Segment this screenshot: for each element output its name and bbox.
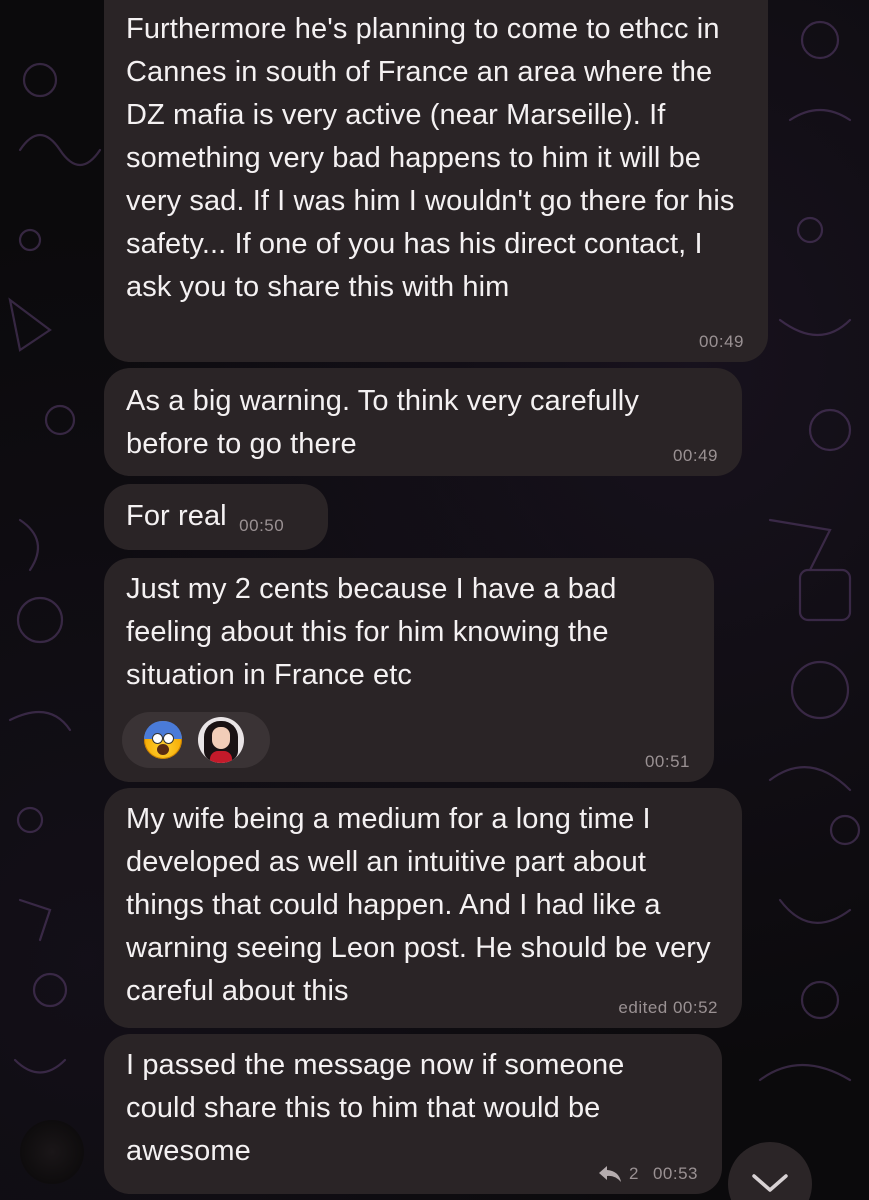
message-time: 00:50 (239, 516, 285, 535)
message-text: Furthermore he's planning to come to eth… (126, 13, 735, 303)
message-bubble[interactable]: As a big warning. To think very carefull… (104, 368, 742, 476)
message-time: 00:49 (698, 332, 744, 351)
message-bubble[interactable]: Furthermore he's planning to come to eth… (104, 0, 768, 362)
chevron-down-icon (752, 1174, 788, 1192)
message-text: Just my 2 cents because I have a bad fee… (126, 573, 617, 691)
reply-arrow-icon[interactable] (597, 1164, 623, 1184)
message-bubble[interactable]: For real 00:50 (104, 484, 328, 550)
message-bubble[interactable]: Just my 2 cents because I have a bad fee… (104, 558, 714, 782)
message-text: I passed the message now if someone coul… (126, 1049, 625, 1167)
message-time: 00:53 (652, 1164, 698, 1183)
message-bubble[interactable]: My wife being a medium for a long time I… (104, 788, 742, 1028)
message-time: edited 00:52 (618, 998, 718, 1017)
message-time: 00:51 (644, 752, 690, 771)
message-bubble[interactable]: I passed the message now if someone coul… (104, 1034, 722, 1194)
message-time: 00:49 (672, 446, 718, 465)
message-text: As a big warning. To think very carefull… (126, 385, 639, 460)
scroll-to-bottom-button[interactable] (728, 1142, 812, 1200)
message-text: My wife being a medium for a long time I… (126, 803, 711, 1007)
reaction-chip[interactable] (122, 712, 270, 768)
chat-view: Furthermore he's planning to come to eth… (0, 0, 869, 1200)
message-meta: 2 00:53 (597, 1164, 698, 1184)
reactor-avatar[interactable] (198, 717, 244, 763)
reply-count: 2 (628, 1164, 639, 1183)
message-text: For real (126, 500, 227, 532)
fearful-face-emoji (144, 721, 182, 759)
sender-avatar[interactable] (20, 1120, 84, 1184)
